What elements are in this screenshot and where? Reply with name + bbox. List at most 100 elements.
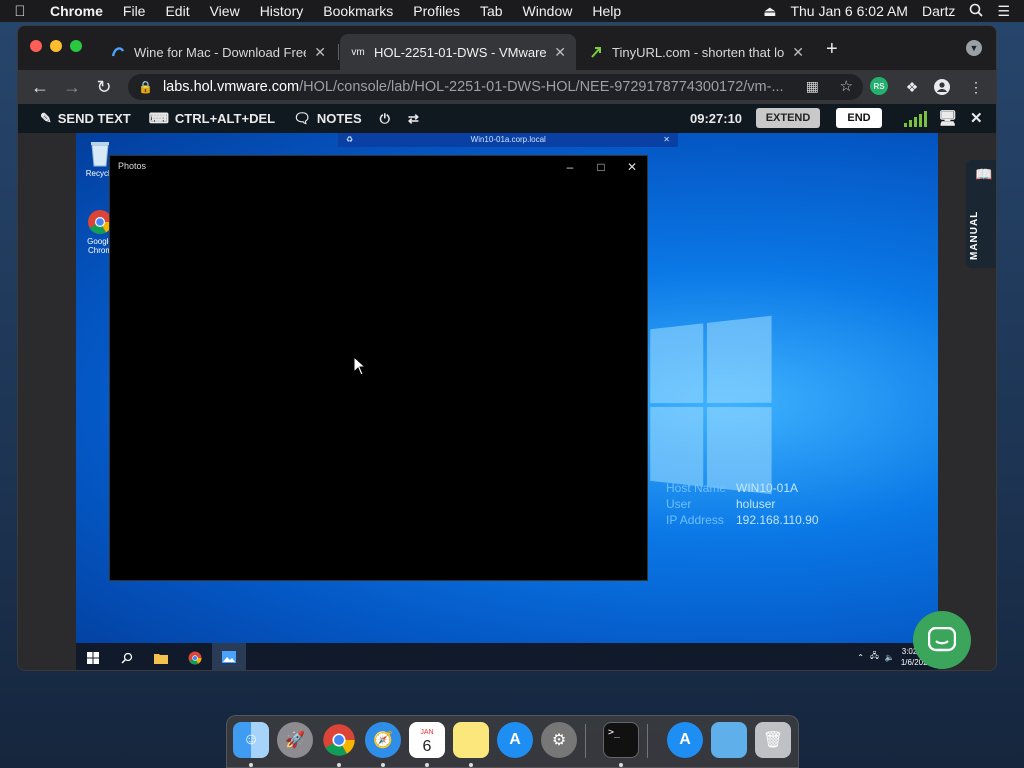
close-tab-icon[interactable]: ✕ [314,44,326,61]
network-icon[interactable]: 🖧 [870,650,879,664]
menu-view[interactable]: View [200,3,250,19]
chat-support-button[interactable] [913,611,971,669]
lock-icon[interactable]: 🔒 [138,80,153,94]
reload-icon[interactable]: ↻ [88,77,120,98]
menu-bookmarks[interactable]: Bookmarks [313,3,403,19]
windows-logo [650,315,772,496]
vm-bar-close-icon[interactable]: ✕ [663,133,670,147]
menubar-user[interactable]: Dartz [922,3,955,19]
url-host: labs.hol.vmware.com [162,79,300,95]
terminal-icon[interactable]: >_ [603,722,639,758]
vm-connection-bar: ♻ Win10-01a.corp.local ✕ [338,133,678,147]
tab-separator [338,44,339,60]
forward-arrow-icon[interactable]: → [56,77,88,98]
book-icon: 📖 [975,166,993,182]
extensions-puzzle-icon[interactable]: ❖ [902,77,922,97]
running-indicator [337,763,341,767]
menu-edit[interactable]: Edit [155,3,199,19]
user-label: User [666,497,692,511]
taskbar-search-icon[interactable] [110,643,144,670]
menu-profiles[interactable]: Profiles [403,3,470,19]
finder-icon[interactable]: ☺ [233,722,269,758]
control-center-icon[interactable]: ☰ [997,3,1010,20]
manual-side-tab[interactable]: 📖 MANUAL [966,160,996,268]
tab-title: HOL-2251-01-DWS - VMware [374,44,547,60]
lab-timer: 09:27:10 [690,111,743,126]
notes-button[interactable]: 🗨 NOTES [293,110,362,127]
manual-label: MANUAL [969,210,980,260]
url-path: /HOL/console/lab/HOL-2251-01-DWS-HOL/NEE… [299,79,784,95]
minimize-icon[interactable]: – [555,158,585,176]
power-icon[interactable]: ⏻ [380,111,390,127]
app-store-icon[interactable]: A [497,722,533,758]
taskbar-chrome-icon[interactable] [178,643,212,670]
profile-avatar-icon[interactable] [932,77,952,97]
menubar-clock[interactable]: Thu Jan 6 6:02 AM [790,3,908,19]
zoom-window-button[interactable] [70,40,82,52]
close-console-icon[interactable]: ✕ [970,109,983,127]
pin-icon[interactable]: ♻ [346,133,353,147]
bookmark-star-icon[interactable]: ☆ [840,77,853,95]
speech-bubble-icon: 🗨 [293,110,311,126]
tab-grid-icon[interactable]: ▦ [806,78,819,95]
keyboard-icon: ⌨ [148,110,169,126]
menu-help[interactable]: Help [582,3,631,19]
tab-strip: Wine for Mac - Download Free ✕ vm HOL-22… [18,26,996,70]
tinyurl-icon [588,44,604,60]
tab-tinyurl[interactable]: TinyURL.com - shorten that lo ✕ [578,34,814,70]
address-bar[interactable]: 🔒 labs.hol.vmware.com /HOL/console/lab/H… [128,74,863,100]
menu-app-chrome[interactable]: Chrome [40,3,113,19]
back-arrow-icon[interactable]: ← [24,77,56,98]
close-tab-icon[interactable]: ✕ [554,44,566,61]
apple-icon[interactable]:  [0,3,40,20]
tray-chevron-up-icon[interactable]: ⌃ [857,653,864,662]
dock-divider [647,724,648,758]
close-tab-icon[interactable]: ✕ [792,44,804,61]
trash-icon[interactable]: 🗑 [755,722,791,758]
notes-icon[interactable] [453,722,489,758]
end-button[interactable]: END [836,108,882,128]
menu-tab[interactable]: Tab [470,3,513,19]
display-monitor-icon[interactable]: 🖥 [938,109,957,127]
extend-button[interactable]: EXTEND [756,108,820,128]
ctrl-alt-del-button[interactable]: ⌨ CTRL+ALT+DEL [149,110,275,127]
photos-window[interactable]: Photos – □ ✕ [109,155,648,581]
vm-bar-title: Win10-01a.corp.local [470,135,546,144]
running-indicator [469,763,473,767]
tab-search-chevron-icon[interactable]: ▼ [966,40,982,56]
calendar-date: 6 [422,738,432,755]
menu-history[interactable]: History [250,3,314,19]
menu-file[interactable]: File [113,3,156,19]
applications-folder-icon[interactable]: A [667,722,703,758]
tab-hol[interactable]: vm HOL-2251-01-DWS - VMware ✕ [340,34,576,70]
browser-toolbar: ← → ↻ 🔒 labs.hol.vmware.com /HOL/console… [18,70,996,104]
eject-icon[interactable]: ⏏ [763,3,776,20]
extension-badge[interactable]: RS [870,77,888,95]
close-window-button[interactable] [30,40,42,52]
minimize-window-button[interactable] [50,40,62,52]
file-explorer-icon[interactable] [144,643,178,670]
spotlight-search-icon[interactable] [969,3,984,20]
volume-icon[interactable]: 🔈 [885,653,895,662]
windows-desktop[interactable]: ♻ Win10-01a.corp.local ✕ Recycle Google … [76,133,938,670]
windows-start-icon[interactable] [76,643,110,670]
ip-address-label: IP Address [666,513,724,527]
host-name-label: Host Name [666,481,727,495]
send-text-button[interactable]: ✎ SEND TEXT [40,110,131,127]
close-icon[interactable]: ✕ [617,158,647,176]
dock-divider [585,724,586,758]
taskbar-photos-icon[interactable] [212,643,246,670]
system-preferences-icon[interactable]: ⚙ [541,722,577,758]
safari-icon[interactable]: 🧭 [365,722,401,758]
tab-wine[interactable]: Wine for Mac - Download Free ✕ [100,34,336,70]
new-tab-icon[interactable]: + [826,38,838,61]
menu-window[interactable]: Window [513,3,583,19]
refresh-sync-icon[interactable]: ⇄ [408,111,419,127]
launchpad-icon[interactable]: 🚀 [277,722,313,758]
calendar-icon[interactable]: JAN 6 [409,722,445,758]
maximize-icon[interactable]: □ [586,158,616,176]
downloads-folder-icon[interactable] [711,722,747,758]
chrome-icon[interactable] [321,722,357,758]
running-indicator [425,763,429,767]
chrome-menu-icon[interactable]: ⋮ [966,77,986,97]
